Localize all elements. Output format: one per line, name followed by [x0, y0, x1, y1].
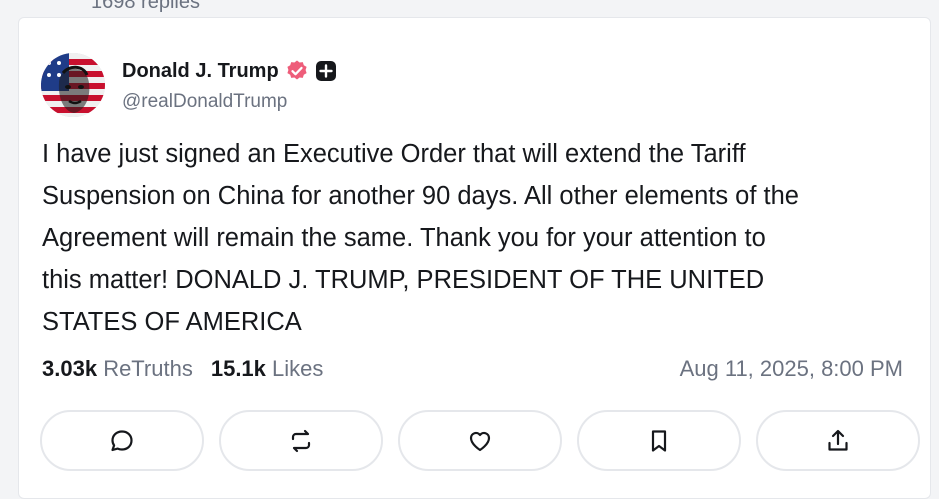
post-actions-bar [40, 410, 920, 471]
share-upload-icon [828, 429, 848, 451]
likes-count: 15.1k [210, 356, 266, 381]
retruth-button[interactable] [219, 410, 383, 471]
repost-arrows-icon [291, 429, 311, 452]
heart-icon [469, 431, 491, 451]
share-button[interactable] [756, 410, 920, 471]
bookmark-icon [651, 429, 667, 452]
author-name-row: Donald J. Trump [122, 58, 337, 84]
retruths-label: ReTruths [103, 356, 193, 381]
post-body-text: I have just signed an Executive Order th… [42, 140, 799, 336]
reply-bubble-icon [111, 429, 133, 451]
previous-post-replies[interactable]: 1698 replies [91, 0, 200, 14]
retruths-count: 3.03k [42, 356, 98, 381]
post-timestamp[interactable]: Aug 11, 2025, 8:00 PM [680, 356, 903, 382]
author-display-name[interactable]: Donald J. Trump [122, 60, 279, 83]
post-stats: 3.03k ReTruths 15.1k Likes [42, 356, 323, 382]
likes-stat[interactable]: 15.1k Likes [211, 356, 324, 382]
bookmark-button[interactable] [577, 410, 741, 471]
likes-label: Likes [272, 356, 324, 381]
author-avatar[interactable] [41, 53, 105, 117]
avatar-flag-portrait-icon [41, 53, 105, 117]
verified-badge-icon [287, 60, 307, 80]
org-plus-badge-icon [315, 61, 336, 81]
like-button[interactable] [398, 410, 562, 471]
retruths-stat[interactable]: 3.03k ReTruths [42, 356, 193, 382]
reply-button[interactable] [40, 410, 204, 471]
author-handle[interactable]: @realDonaldTrump [122, 91, 287, 113]
